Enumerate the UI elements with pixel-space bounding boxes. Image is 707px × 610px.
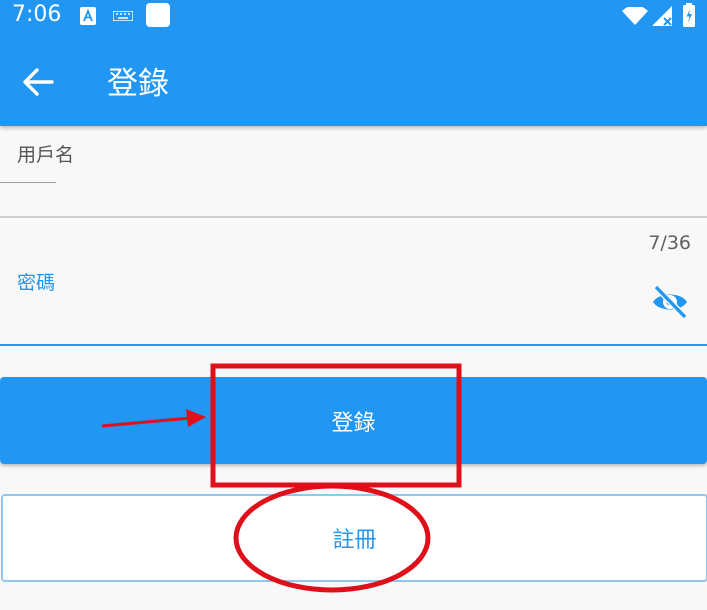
register-button[interactable]: 註冊 [1,494,707,582]
cell-signal-icon [652,6,672,26]
password-input[interactable] [0,220,644,346]
wifi-icon [622,7,648,25]
register-button-label: 註冊 [332,528,377,553]
keyboard-icon [113,11,133,21]
blank-square-icon [146,3,170,27]
status-time: 7:06 [12,2,62,27]
username-underline [0,216,707,218]
password-underline [0,344,707,346]
back-arrow-icon[interactable] [20,64,56,100]
login-button[interactable]: 登錄 [0,377,707,464]
page-title: 登錄 [107,66,169,102]
username-input[interactable] [0,130,707,220]
eye-off-icon[interactable] [651,284,689,320]
status-bar: 7:06 [0,0,707,34]
app-bar: 7:06 登錄 [0,0,707,126]
a-notification-icon [80,7,96,25]
battery-icon [683,3,695,27]
login-button-label: 登錄 [331,410,376,436]
password-char-counter: 7/36 [648,232,691,254]
